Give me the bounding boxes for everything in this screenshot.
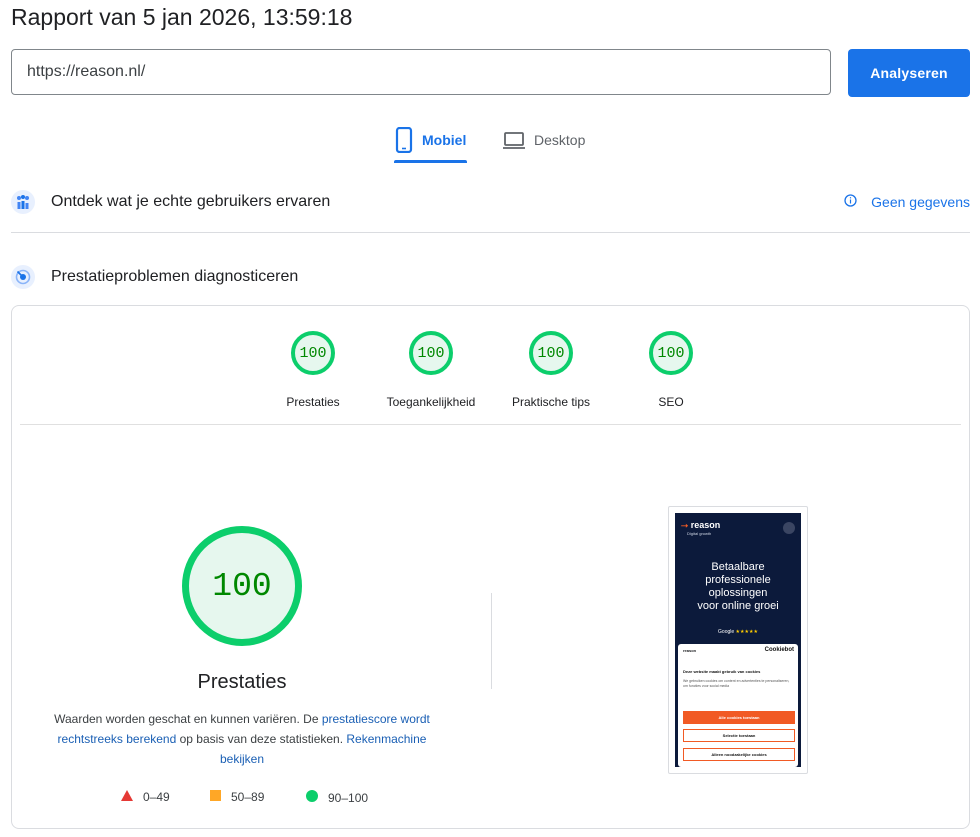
triangle-icon — [121, 790, 133, 804]
laptop-icon — [502, 127, 526, 153]
no-data-link[interactable]: Geen gegevens — [844, 189, 970, 215]
performance-description: Waarden worden geschat en kunnen variëre… — [52, 709, 432, 769]
menu-icon — [783, 522, 795, 534]
hero-line: oplossingen — [708, 587, 768, 599]
card-divider — [20, 424, 961, 425]
site-logo: ⭢ reason — [681, 520, 721, 530]
cookie-brand: reason — [683, 648, 697, 653]
smartphone-icon — [394, 127, 414, 153]
score-circle: 100 — [291, 331, 335, 375]
report-title: Rapport van 5 jan 2026, 13:59:18 — [11, 4, 353, 30]
users-chart-icon — [11, 190, 35, 214]
site-tagline: Digital growth — [687, 531, 712, 536]
info-icon — [844, 194, 857, 210]
url-input[interactable] — [11, 49, 831, 95]
crux-title: Ontdek wat je echte gebruikers ervaren — [51, 193, 331, 210]
legend-average: 50–89 — [210, 790, 264, 804]
legend-fail: 0–49 — [121, 790, 170, 804]
desc-text: Waarden worden geschat en kunnen variëre… — [54, 712, 322, 726]
no-data-label: Geen gegevens — [871, 194, 970, 210]
performance-label: Prestaties — [197, 671, 287, 693]
tab-desktop-label: Desktop — [534, 132, 586, 148]
legend-range: 90–100 — [328, 790, 369, 805]
cookie-banner: reason Cookiebot Deze website maakt gebr… — [678, 644, 798, 767]
circle-icon — [306, 790, 318, 805]
site-logo-text: reason — [690, 520, 721, 530]
necessary-only-button: Alleen noodzakelijke cookies — [683, 748, 795, 761]
google-label: Google — [718, 629, 735, 635]
allow-selection-button: Selectie toestaan — [683, 729, 795, 742]
diagnose-title: Prestatieproblemen diagnosticeren — [51, 268, 299, 285]
performance-score-gauge: 100 — [182, 526, 302, 646]
analyze-button[interactable]: Analyseren — [848, 49, 970, 97]
category-label: Praktische tips — [511, 395, 591, 409]
score-circle: 100 — [529, 331, 573, 375]
score-circle: 100 — [649, 331, 693, 375]
category-gauge-best-practices[interactable]: 100 Praktische tips — [506, 331, 596, 409]
final-screenshot: ⭢ reason Digital growth Betaalbare profe… — [668, 506, 808, 774]
stars: ★★★★★ — [735, 629, 758, 635]
tab-mobile-label: Mobiel — [422, 132, 467, 148]
cookie-heading: Deze website maakt gebruik van cookies — [683, 669, 761, 674]
legend-pass: 90–100 — [306, 790, 368, 805]
cookie-text: We gebruiken cookies om content en adver… — [683, 679, 790, 688]
active-tab-indicator — [394, 160, 467, 163]
google-rating: Google ★★★★★ — [675, 629, 801, 635]
category-gauge-accessibility[interactable]: 100 Toegankelijkheid — [386, 331, 476, 409]
category-label: SEO — [658, 395, 684, 409]
score-circle: 100 — [409, 331, 453, 375]
tab-desktop[interactable]: Desktop — [502, 127, 585, 163]
crux-section-header: Ontdek wat je echte gebruikers ervaren G… — [11, 189, 970, 215]
gauge-icon — [11, 265, 35, 289]
cookiebot-logo: Cookiebot — [764, 647, 794, 653]
section-divider — [11, 232, 970, 233]
hero-line: voor online groei — [697, 600, 779, 612]
legend-range: 50–89 — [231, 790, 265, 804]
category-label: Prestaties — [286, 395, 340, 409]
category-gauge-seo[interactable]: 100 SEO — [626, 331, 716, 409]
report-card: 100 Prestaties 100 Toegankelijkheid 100 … — [11, 305, 970, 829]
hero-line: Betaalbare — [711, 561, 765, 573]
category-label: Toegankelijkheid — [386, 395, 476, 409]
legend-range: 0–49 — [143, 790, 170, 804]
desc-text: op basis van deze statistieken. — [176, 732, 347, 746]
hero-line: professionele — [705, 574, 771, 586]
hero-text: Betaalbare professionele oplossingen voo… — [675, 561, 801, 613]
allow-all-button: Alle cookies toestaan — [683, 711, 795, 724]
tab-mobile[interactable]: Mobiel — [394, 127, 466, 163]
vertical-divider — [491, 593, 492, 689]
category-gauge-performance[interactable]: 100 Prestaties — [268, 331, 358, 409]
screenshot-screen: ⭢ reason Digital growth Betaalbare profe… — [675, 513, 801, 767]
square-icon — [210, 790, 221, 804]
diagnose-section-header: Prestatieproblemen diagnosticeren — [11, 264, 970, 290]
